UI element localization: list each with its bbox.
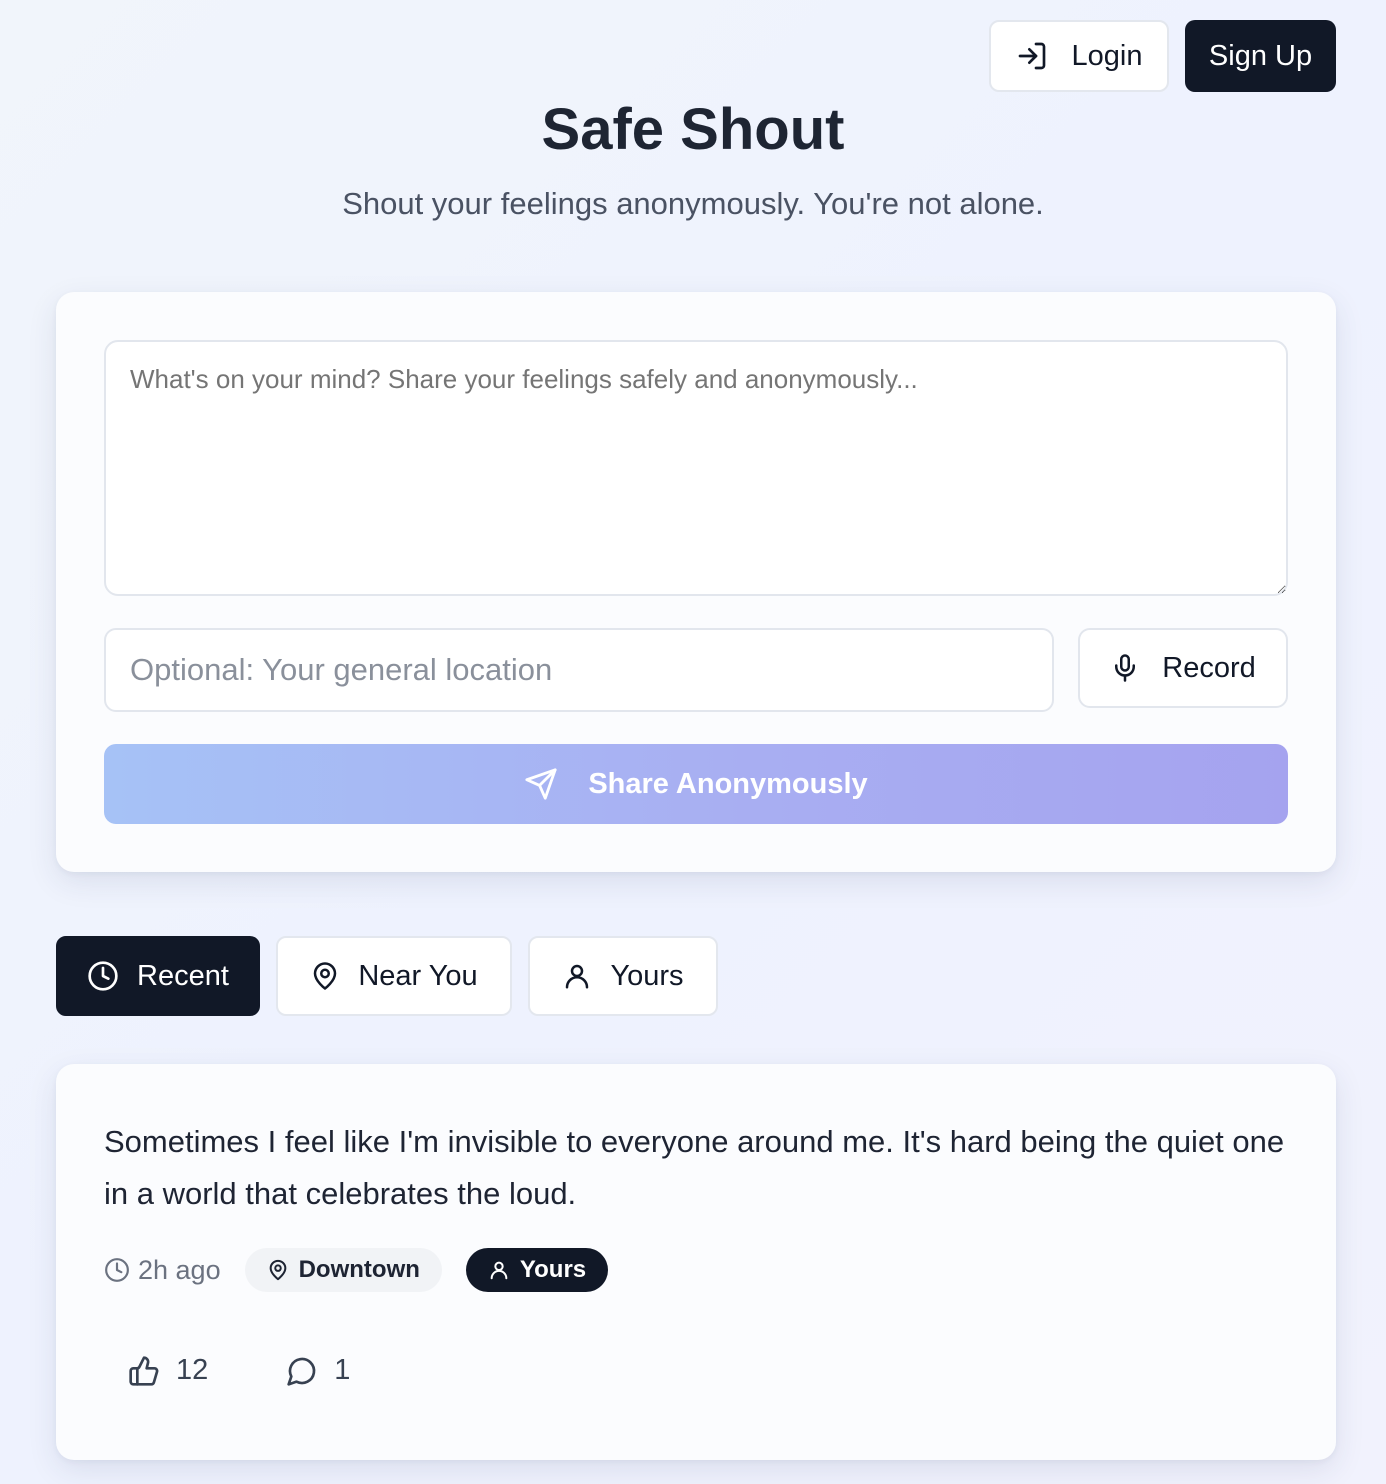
record-label: Record — [1162, 651, 1256, 684]
tab-recent[interactable]: Recent — [56, 936, 260, 1016]
comment-icon — [286, 1355, 318, 1387]
clock-icon — [87, 960, 119, 992]
location-badge-label: Downtown — [298, 1256, 420, 1283]
page-title: Safe Shout — [541, 97, 845, 162]
login-label: Login — [1071, 39, 1143, 72]
auth-buttons: Login Sign Up — [989, 20, 1336, 92]
tab-recent-label: Recent — [137, 959, 229, 992]
like-button[interactable]: 12 — [128, 1354, 208, 1387]
sign-up-button[interactable]: Sign Up — [1185, 20, 1336, 92]
post-card: Sometimes I feel like I'm invisible to e… — [56, 1064, 1336, 1460]
post-time-label: 2h ago — [138, 1254, 221, 1285]
user-icon — [488, 1259, 510, 1281]
owner-badge-label: Yours — [519, 1256, 587, 1283]
like-count: 12 — [176, 1354, 209, 1386]
feed-tabs: Recent Near You Yours — [56, 936, 718, 1016]
sign-up-label: Sign Up — [1208, 39, 1313, 72]
location-input[interactable]: Optional: Your general location — [104, 628, 1054, 712]
post-actions: 12 1 — [128, 1354, 350, 1387]
post-text: Sometimes I feel like I'm invisible to e… — [104, 1124, 1285, 1211]
map-pin-icon — [267, 1259, 289, 1281]
login-button[interactable]: Login — [989, 20, 1169, 92]
thumbs-up-icon — [128, 1355, 160, 1387]
map-pin-icon — [310, 961, 340, 991]
tab-yours[interactable]: Yours — [528, 936, 718, 1016]
tab-near-you-label: Near You — [358, 959, 478, 992]
log-in-icon — [1016, 40, 1048, 72]
comment-count: 1 — [334, 1354, 351, 1386]
owner-badge: Yours — [465, 1248, 609, 1292]
tab-near-you[interactable]: Near You — [276, 936, 512, 1016]
post-meta: 2h ago Downtown Yours — [104, 1248, 609, 1292]
tab-yours-label: Yours — [610, 959, 684, 992]
location-placeholder: Optional: Your general location — [130, 652, 553, 687]
clock-icon — [104, 1257, 130, 1283]
user-icon — [562, 961, 592, 991]
shout-composer: Optional: Your general location Record S… — [56, 292, 1336, 872]
post-time: 2h ago — [104, 1255, 221, 1286]
location-badge: Downtown — [244, 1248, 442, 1292]
record-button[interactable]: Record — [1078, 628, 1288, 708]
send-icon — [524, 767, 558, 801]
share-label: Share Anonymously — [588, 767, 868, 800]
share-anonymously-button[interactable]: Share Anonymously — [104, 744, 1288, 824]
message-textarea[interactable] — [104, 340, 1288, 596]
page-subtitle: Shout your feelings anonymously. You're … — [342, 186, 1044, 221]
comment-button[interactable]: 1 — [286, 1354, 350, 1387]
microphone-icon — [1110, 653, 1140, 683]
